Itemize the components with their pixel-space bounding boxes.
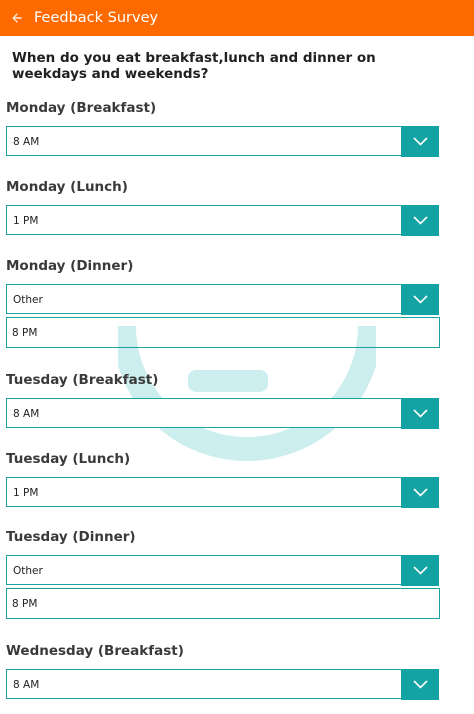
app-bar: Feedback Survey bbox=[0, 0, 474, 36]
select-tuesday-breakfast[interactable]: 8 AM bbox=[6, 398, 439, 429]
dropdown-arrow-button[interactable] bbox=[401, 477, 439, 508]
chevron-down-icon bbox=[412, 566, 428, 575]
select-monday-dinner[interactable]: Other bbox=[6, 284, 439, 315]
chevron-down-icon bbox=[412, 137, 428, 146]
chevron-down-icon bbox=[412, 295, 428, 304]
chevron-down-icon bbox=[412, 216, 428, 225]
field-label-monday-dinner: Monday (Dinner) bbox=[6, 258, 134, 274]
dropdown-arrow-button[interactable] bbox=[401, 284, 439, 315]
back-button[interactable] bbox=[1, 0, 33, 36]
select-value: 8 AM bbox=[13, 136, 40, 148]
field-label-tuesday-lunch: Tuesday (Lunch) bbox=[6, 451, 131, 467]
dropdown-arrow-button[interactable] bbox=[401, 126, 439, 157]
chevron-down-icon bbox=[412, 680, 428, 689]
select-value: Other bbox=[13, 565, 43, 577]
field-label-wednesday-breakfast: Wednesday (Breakfast) bbox=[6, 643, 184, 659]
survey-content[interactable]: When do you eat breakfast,lunch and dinn… bbox=[0, 36, 474, 714]
question-text: When do you eat breakfast,lunch and dinn… bbox=[12, 50, 376, 82]
other-input-monday-dinner[interactable] bbox=[6, 317, 440, 348]
field-label-tuesday-dinner: Tuesday (Dinner) bbox=[6, 529, 136, 545]
select-monday-lunch[interactable]: 1 PM bbox=[6, 205, 439, 236]
back-arrow-icon bbox=[12, 13, 22, 23]
field-label-monday-lunch: Monday (Lunch) bbox=[6, 179, 128, 195]
select-wednesday-breakfast[interactable]: 8 AM bbox=[6, 669, 439, 700]
select-tuesday-lunch[interactable]: 1 PM bbox=[6, 477, 439, 508]
chevron-down-icon bbox=[412, 409, 428, 418]
dropdown-arrow-button[interactable] bbox=[401, 669, 439, 700]
select-monday-breakfast[interactable]: 8 AM bbox=[6, 126, 439, 157]
field-label-monday-breakfast: Monday (Breakfast) bbox=[6, 100, 157, 116]
other-input-tuesday-dinner[interactable] bbox=[6, 588, 440, 619]
select-value: 8 AM bbox=[13, 408, 40, 420]
select-value: Other bbox=[13, 294, 43, 306]
select-tuesday-dinner[interactable]: Other bbox=[6, 555, 439, 586]
dropdown-arrow-button[interactable] bbox=[401, 205, 439, 236]
select-value: 8 AM bbox=[13, 679, 40, 691]
select-value: 1 PM bbox=[13, 215, 39, 227]
field-label-tuesday-breakfast: Tuesday (Breakfast) bbox=[6, 372, 159, 388]
select-value: 1 PM bbox=[13, 487, 39, 499]
app-title: Feedback Survey bbox=[34, 10, 159, 26]
dropdown-arrow-button[interactable] bbox=[401, 398, 439, 429]
chevron-down-icon bbox=[412, 488, 428, 497]
dropdown-arrow-button[interactable] bbox=[401, 555, 439, 586]
